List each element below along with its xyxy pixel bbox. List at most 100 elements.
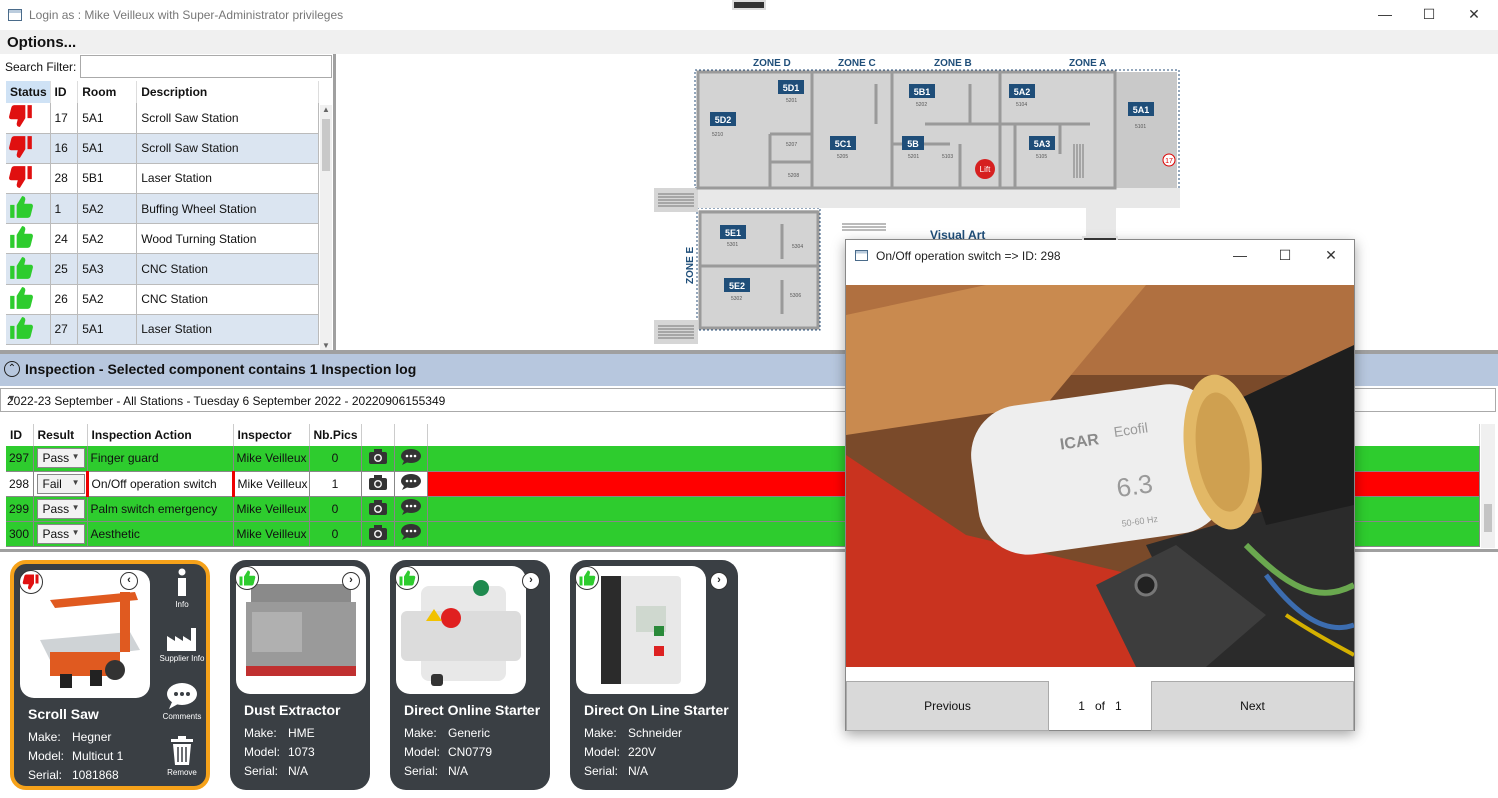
room-tag[interactable]: 5C1 — [835, 139, 852, 149]
scroll-up-icon[interactable]: ▲ — [320, 105, 332, 114]
room-tag[interactable]: 5E1 — [725, 228, 741, 238]
result-select[interactable]: Pass ▼ — [36, 498, 85, 519]
chevron-down-icon[interactable]: ▼ — [72, 503, 80, 512]
result-select[interactable]: Pass ▼ — [36, 523, 85, 544]
station-row[interactable]: 16 5A1 Scroll Saw Station — [6, 133, 319, 164]
component-name: Direct On Line Starter — [584, 702, 729, 718]
remove-action-button[interactable]: Remove — [158, 736, 206, 777]
inspection-id: 298 — [6, 471, 34, 497]
room-number: 5306 — [790, 293, 801, 299]
search-input[interactable] — [80, 55, 332, 78]
room-tag[interactable]: 5A1 — [1133, 105, 1150, 115]
station-status — [6, 163, 51, 195]
column-header-status[interactable]: Status — [6, 81, 51, 103]
inspection-id: 297 — [6, 446, 34, 472]
column-header-action[interactable]: Inspection Action — [87, 424, 234, 446]
popup-close-button[interactable]: ✕ — [1321, 247, 1341, 263]
component-make-value: Schneider — [628, 726, 683, 740]
room-tag[interactable]: 5D1 — [783, 83, 800, 93]
station-row[interactable]: 26 5A2 CNC Station — [6, 284, 319, 315]
room-tag[interactable]: 5A3 — [1034, 139, 1051, 149]
window-drag-handle[interactable] — [732, 0, 766, 10]
inspection-scrollbar[interactable] — [1481, 424, 1495, 548]
stations-scrollbar[interactable]: ▲ ▼ — [320, 105, 332, 350]
options-menu[interactable]: Options... — [7, 34, 76, 51]
info-action-button[interactable]: Info — [158, 568, 206, 609]
scroll-thumb[interactable] — [1484, 504, 1492, 532]
status-badge — [395, 566, 419, 590]
camera-icon[interactable] — [368, 524, 388, 541]
vertical-splitter[interactable] — [333, 54, 336, 350]
inspection-id: 299 — [6, 496, 34, 522]
scroll-thumb[interactable] — [322, 119, 330, 171]
component-model-value: 1073 — [288, 745, 315, 759]
component-model-value: CN0779 — [448, 745, 493, 759]
component-make-label: Make: — [28, 730, 61, 744]
column-header-description[interactable]: Description — [136, 81, 319, 103]
expand-arrow-icon[interactable]: › — [710, 572, 728, 590]
room-tag[interactable]: 5A2 — [1014, 87, 1031, 97]
room-tag[interactable]: 5B — [907, 139, 919, 149]
component-model-value: Multicut 1 — [72, 749, 124, 763]
comments-action-button[interactable]: Comments — [158, 682, 206, 721]
chevron-down-icon[interactable]: ▼ — [72, 452, 80, 461]
component-card[interactable]: › Direct On Line Starter Make: Schneider Mod… — [570, 560, 738, 790]
collapse-chevron-icon[interactable]: ⌃ — [4, 361, 20, 377]
room-tag[interactable]: 5B1 — [914, 87, 931, 97]
component-serial-row: Serial: N/A — [404, 764, 468, 778]
station-row[interactable]: 25 5A3 CNC Station — [6, 253, 319, 285]
column-header-pics[interactable]: Nb.Pics — [309, 424, 362, 446]
camera-icon[interactable] — [368, 474, 388, 491]
camera-icon[interactable] — [368, 499, 388, 516]
zone-label: ZONE A — [1069, 58, 1106, 69]
room-number: 5205 — [837, 154, 848, 160]
station-id: 25 — [50, 253, 79, 285]
camera-cell — [361, 496, 395, 522]
supplier-action-button[interactable]: Supplier Info — [158, 626, 206, 663]
collapse-arrow-icon[interactable]: ‹ — [120, 572, 138, 590]
column-header-room[interactable]: Room — [77, 81, 138, 103]
room-number: 5304 — [792, 244, 803, 250]
column-header-comment — [394, 424, 428, 446]
room-tag[interactable]: 5D2 — [715, 115, 732, 125]
column-header-id[interactable]: ID — [50, 81, 79, 103]
station-row[interactable]: 28 5B1 Laser Station — [6, 163, 319, 195]
comment-icon[interactable] — [400, 448, 422, 466]
next-button[interactable]: Next — [1151, 681, 1354, 731]
expand-arrow-icon[interactable]: › — [522, 572, 540, 590]
window-title: Login as : Mike Veilleux with Super-Admi… — [29, 8, 344, 22]
station-row[interactable]: 1 5A2 Buffing Wheel Station — [6, 193, 319, 225]
maximize-button[interactable]: ☐ — [1419, 6, 1439, 22]
minimize-button[interactable]: — — [1375, 6, 1395, 22]
previous-button[interactable]: Previous — [846, 681, 1049, 731]
column-header-result[interactable]: Result — [33, 424, 88, 446]
station-row[interactable]: 17 5A1 Scroll Saw Station — [6, 103, 319, 134]
chevron-down-icon[interactable]: ▼ — [72, 478, 80, 487]
expand-arrow-icon[interactable]: › — [342, 572, 360, 590]
result-select[interactable]: Pass ▼ — [36, 448, 85, 469]
scroll-down-icon[interactable]: ▼ — [320, 341, 332, 350]
component-card[interactable]: › Direct Online Starter Make: Generic Model:… — [390, 560, 550, 790]
room-tag[interactable]: 5E2 — [729, 281, 745, 291]
column-header-inspector[interactable]: Inspector — [233, 424, 310, 446]
chevron-down-icon[interactable]: ▼ — [72, 528, 80, 537]
close-button[interactable]: ✕ — [1464, 6, 1484, 22]
station-row[interactable]: 24 5A2 Wood Turning Station — [6, 223, 319, 255]
room-number: 5207 — [786, 142, 797, 148]
comment-icon[interactable] — [400, 523, 422, 541]
station-row[interactable]: 27 5A1 Laser Station — [6, 314, 319, 346]
component-card[interactable]: › Dust Extractor Make: HME Model: 1073 Serial:… — [230, 560, 370, 790]
popup-minimize-button[interactable]: — — [1230, 247, 1250, 263]
inspection-action: Finger guard — [87, 446, 234, 472]
column-header-id[interactable]: ID — [6, 424, 34, 446]
zone-label: ZONE C — [838, 58, 876, 69]
info-action-label: Info — [175, 600, 189, 609]
camera-icon[interactable] — [368, 448, 388, 465]
comment-icon[interactable] — [400, 498, 422, 516]
popup-maximize-button[interactable]: ☐ — [1275, 247, 1295, 263]
component-card[interactable]: ‹ Scroll Saw Make: Hegner Model: Multicut 1 Se… — [10, 560, 210, 790]
comment-icon[interactable] — [400, 473, 422, 491]
component-serial-value: N/A — [288, 764, 309, 778]
component-model-row: Model: 220V — [584, 745, 656, 759]
result-select[interactable]: Fail ▼ — [36, 473, 85, 494]
